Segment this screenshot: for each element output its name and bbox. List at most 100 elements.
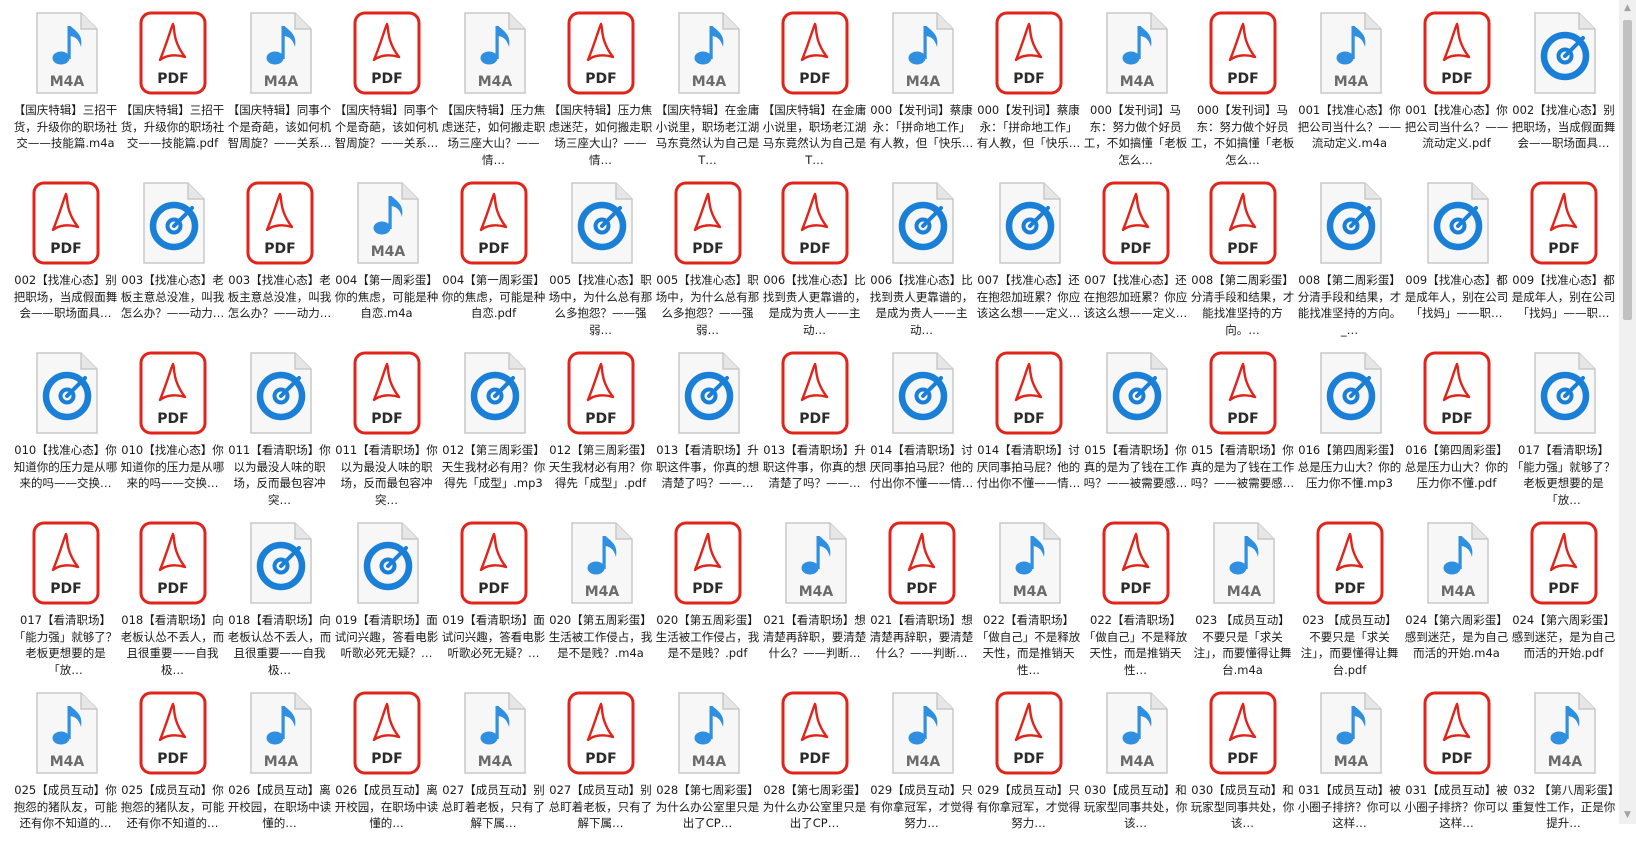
file-item[interactable]: M4A 026【成员互动】离开校园，在职场中读懂的… xyxy=(226,688,333,858)
file-item[interactable]: 003【找准心态】老板主意总没准，叫我怎么办？——动力… xyxy=(119,178,226,348)
file-item[interactable]: 012【第三周彩蛋】天生我材必有用？你得先「成型」.mp3 xyxy=(440,348,547,518)
pdf-icon: PDF xyxy=(128,518,218,608)
file-item[interactable]: 002【找准心态】别把职场，当成假面舞会——职场面具… xyxy=(1510,8,1617,178)
file-name-label: 【国庆特辑】同事个个是奇葩，该如何机智周旋？——关系… xyxy=(334,103,439,150)
vertical-scrollbar[interactable]: ▲ ▼ xyxy=(1619,0,1636,824)
file-item[interactable]: PDF 005【找准心态】职场中，为什么总有那么多抱怨？——强弱… xyxy=(654,178,761,348)
file-item[interactable]: PDF 027【成员互动】别总盯着老板，只有了解下属… xyxy=(547,688,654,858)
file-item[interactable]: PDF 029【成员互动】只有你拿冠军，才觉得努力… xyxy=(975,688,1082,858)
file-item[interactable]: M4A 029【成员互动】只有你拿冠军，才觉得努力… xyxy=(868,688,975,858)
file-item[interactable]: M4A 020【第五周彩蛋】生活被工作侵占，我是不是贱？.m4a xyxy=(547,518,654,688)
file-name-label: 002【找准心态】别把职场，当成假面舞会——职场面具… xyxy=(13,273,118,320)
file-item[interactable]: 011【看清职场】你以为最没人味的职场，反而最包容冲突… xyxy=(226,348,333,518)
m4a-audio-icon: M4A xyxy=(235,8,325,98)
file-item[interactable]: PDF 020【第五周彩蛋】生活被工作侵占，我是不是贱？.pdf xyxy=(654,518,761,688)
file-item[interactable]: M4A 001【找准心态】你把公司当什么？——流动定义.m4a xyxy=(1296,8,1403,178)
file-item[interactable]: PDF 008【第二周彩蛋】分清手段和结果，才能找准坚持的方向。… xyxy=(1189,178,1296,348)
m4a-audio-icon: M4A xyxy=(21,8,111,98)
file-item[interactable]: M4A 【国庆特辑】三招干货，升级你的职场社交——技能篇.m4a xyxy=(12,8,119,178)
file-name-label: 013【看清职场】升职这件事，你真的想清楚了吗？——… xyxy=(655,443,760,490)
file-item[interactable]: M4A 004【第一周彩蛋】你的焦虑，可能是种自恋.m4a xyxy=(333,178,440,348)
file-item[interactable]: M4A 028【第七周彩蛋】为什么办公室里只是出了CP… xyxy=(654,688,761,858)
svg-text:PDF: PDF xyxy=(371,751,402,767)
pdf-icon: PDF xyxy=(235,178,325,268)
file-item[interactable]: PDF 023 【成员互动】不要只是「求关注」，而要懂得让舞台.pdf xyxy=(1296,518,1403,688)
file-item[interactable]: 014【看清职场】讨厌同事拍马屁？他的付出你不懂——情… xyxy=(868,348,975,518)
file-item[interactable]: PDF 014【看清职场】讨厌同事拍马屁？他的付出你不懂——情… xyxy=(975,348,1082,518)
mp3-audio-icon xyxy=(984,178,1074,268)
file-item[interactable]: 006【找准心态】比找到贵人更靠谱的，是成为贵人——主动… xyxy=(868,178,975,348)
file-item[interactable]: M4A 021【看清职场】想清楚再辞职，要清楚什么？——判断… xyxy=(761,518,868,688)
file-item[interactable]: M4A 【国庆特辑】同事个个是奇葩，该如何机智周旋？——关系… xyxy=(226,8,333,178)
file-item[interactable]: PDF 【国庆特辑】三招干货，升级你的职场社交——技能篇.pdf xyxy=(119,8,226,178)
svg-text:M4A: M4A xyxy=(1226,584,1261,600)
file-item[interactable]: PDF 017【看清职场】「能力强」就够了？老板更想要的是「放… xyxy=(12,518,119,688)
svg-text:M4A: M4A xyxy=(49,754,84,770)
file-item[interactable]: PDF 031【成员互动】被小圈子排挤？你可以这样… xyxy=(1403,688,1510,858)
file-item[interactable]: 018【看清职场】向老板认怂不丢人，而且很重要——自我极… xyxy=(226,518,333,688)
mp3-audio-icon xyxy=(877,348,967,438)
file-item[interactable]: M4A 030【成员互动】和玩家型同事共处，你该… xyxy=(1082,688,1189,858)
file-item[interactable]: M4A 【国庆特辑】压力焦虑迷茫，如何搬走职场三座大山？——情… xyxy=(440,8,547,178)
file-item[interactable]: PDF 015【看清职场】你真的是为了钱在工作吗？——被需要感… xyxy=(1189,348,1296,518)
scroll-up-arrow[interactable]: ▲ xyxy=(1619,0,1636,17)
file-item[interactable]: PDF 019【看清职场】面试问兴趣，答看电影听歌必死无疑？… xyxy=(440,518,547,688)
file-item[interactable]: PDF 【国庆特辑】压力焦虑迷茫，如何搬走职场三座大山？——情… xyxy=(547,8,654,178)
svg-text:PDF: PDF xyxy=(1120,581,1151,597)
file-name-label: 000【发刊词】蔡康永：「拼命地工作」有人教，但「快乐… xyxy=(976,103,1081,150)
pdf-icon: PDF xyxy=(449,178,539,268)
file-item[interactable]: PDF 026【成员互动】离开校园，在职场中读懂的… xyxy=(333,688,440,858)
file-item[interactable]: M4A 024【第六周彩蛋】感到迷茫，是为自己而活的开始.m4a xyxy=(1403,518,1510,688)
file-item[interactable]: 009【找准心态】都是成年人，别在公司「找妈」——职… xyxy=(1403,178,1510,348)
file-item[interactable]: PDF 030【成员互动】和玩家型同事共处，你该… xyxy=(1189,688,1296,858)
file-item[interactable]: PDF 004【第一周彩蛋】你的焦虑，可能是种自恋.pdf xyxy=(440,178,547,348)
file-item[interactable]: PDF 000【发刊词】蔡康永：「拼命地工作」有人教，但「快乐… xyxy=(975,8,1082,178)
file-item[interactable]: 010【找准心态】你知道你的压力是从哪来的吗——交换… xyxy=(12,348,119,518)
file-item[interactable]: PDF 006【找准心态】比找到贵人更靠谱的，是成为贵人——主动… xyxy=(761,178,868,348)
file-item[interactable]: 019【看清职场】面试问兴趣，答看电影听歌必死无疑？… xyxy=(333,518,440,688)
file-item[interactable]: PDF 011【看清职场】你以为最没人味的职场，反而最包容冲突… xyxy=(333,348,440,518)
file-item[interactable]: M4A 000【发刊词】马东：努力做个好员工，不如搞懂「老板怎么… xyxy=(1082,8,1189,178)
file-item[interactable]: PDF 【国庆特辑】在金庸小说里，职场老江湖马东竟然认为自己是T… xyxy=(761,8,868,178)
file-item[interactable]: PDF 001【找准心态】你把公司当什么？——流动定义.pdf xyxy=(1403,8,1510,178)
scroll-thumb[interactable] xyxy=(1623,20,1632,320)
file-item[interactable]: M4A 025【成员互动】你抱怨的猪队友，可能还有你不知道的… xyxy=(12,688,119,858)
file-item[interactable]: PDF 010【找准心态】你知道你的压力是从哪来的吗——交换… xyxy=(119,348,226,518)
file-name-label: 011【看清职场】你以为最没人味的职场，反而最包容冲突… xyxy=(335,443,438,507)
file-item[interactable]: PDF 002【找准心态】别把职场，当成假面舞会——职场面具… xyxy=(12,178,119,348)
file-item[interactable]: 007【找准心态】还在抱怨加班累？你应该这么想——定义… xyxy=(975,178,1082,348)
svg-text:M4A: M4A xyxy=(691,754,726,770)
file-item[interactable]: PDF 012【第三周彩蛋】天生我材必有用？你得先「成型」.pdf xyxy=(547,348,654,518)
file-item[interactable]: M4A 000【发刊词】蔡康永：「拼命地工作」有人教，但「快乐… xyxy=(868,8,975,178)
file-item[interactable]: M4A 027【成员互动】别总盯着老板，只有了解下属… xyxy=(440,688,547,858)
file-name-label: 【国庆特辑】三招干货，升级你的职场社交——技能篇.m4a xyxy=(13,103,118,150)
file-item[interactable]: M4A 031【成员互动】被小圈子排挤？你可以这样… xyxy=(1296,688,1403,858)
file-item[interactable]: PDF 003【找准心态】老板主意总没准，叫我怎么办？——动力… xyxy=(226,178,333,348)
file-name-label: 018【看清职场】向老板认怂不丢人，而且很重要——自我极… xyxy=(227,613,332,677)
file-item[interactable]: M4A 022【看清职场】「做自己」不是释放天性，而是推销天性… xyxy=(975,518,1082,688)
file-item[interactable]: PDF 028【第七周彩蛋】为什么办公室里只是出了CP… xyxy=(761,688,868,858)
file-item[interactable]: PDF 016【第四周彩蛋】总是压力山大？你的压力你不懂.pdf xyxy=(1403,348,1510,518)
file-item[interactable]: 005【找准心态】职场中，为什么总有那么多抱怨？——强弱… xyxy=(547,178,654,348)
file-item[interactable]: 015【看清职场】你真的是为了钱在工作吗？——被需要感… xyxy=(1082,348,1189,518)
file-item[interactable]: PDF 021【看清职场】想清楚再辞职，要清楚什么？——判断… xyxy=(868,518,975,688)
mp3-audio-icon xyxy=(235,348,325,438)
file-item[interactable]: PDF 024【第六周彩蛋】感到迷茫，是为自己而活的开始.pdf xyxy=(1510,518,1617,688)
file-item[interactable]: PDF 【国庆特辑】同事个个是奇葩，该如何机智周旋？——关系… xyxy=(333,8,440,178)
file-item[interactable]: PDF 018【看清职场】向老板认怂不丢人，而且很重要——自我极… xyxy=(119,518,226,688)
file-item[interactable]: PDF 022【看清职场】「做自己」不是释放天性，而是推销天性… xyxy=(1082,518,1189,688)
file-item[interactable]: M4A 032 【第八周彩蛋】重复性工作，正是你提升… xyxy=(1510,688,1617,858)
file-item[interactable]: PDF 025【成员互动】你抱怨的猪队友，可能还有你不知道的… xyxy=(119,688,226,858)
file-item[interactable]: PDF 009【找准心态】都是成年人，别在公司「找妈」——职… xyxy=(1510,178,1617,348)
file-item[interactable]: 013【看清职场】升职这件事，你真的想清楚了吗？——… xyxy=(654,348,761,518)
file-item[interactable]: 008【第二周彩蛋】分清手段和结果，才能找准坚持的方向。_… xyxy=(1296,178,1403,348)
file-item[interactable]: PDF 000【发刊词】马东：努力做个好员工，不如搞懂「老板怎么… xyxy=(1189,8,1296,178)
file-item[interactable]: PDF 007【找准心态】还在抱怨加班累？你应该这么想——定义… xyxy=(1082,178,1189,348)
pdf-icon: PDF xyxy=(342,8,432,98)
file-item[interactable]: M4A 【国庆特辑】在金庸小说里，职场老江湖马东竟然认为自己是T… xyxy=(654,8,761,178)
file-item[interactable]: 017【看清职场】「能力强」就够了？老板更想要的是「放… xyxy=(1510,348,1617,518)
file-item[interactable]: PDF 013【看清职场】升职这件事，你真的想清楚了吗？——… xyxy=(761,348,868,518)
scroll-down-arrow[interactable]: ▼ xyxy=(1619,807,1636,824)
file-item[interactable]: 016【第四周彩蛋】总是压力山大？你的压力你不懂.mp3 xyxy=(1296,348,1403,518)
file-item[interactable]: M4A 023 【成员互动】不要只是「求关注」，而要懂得让舞台.m4a xyxy=(1189,518,1296,688)
